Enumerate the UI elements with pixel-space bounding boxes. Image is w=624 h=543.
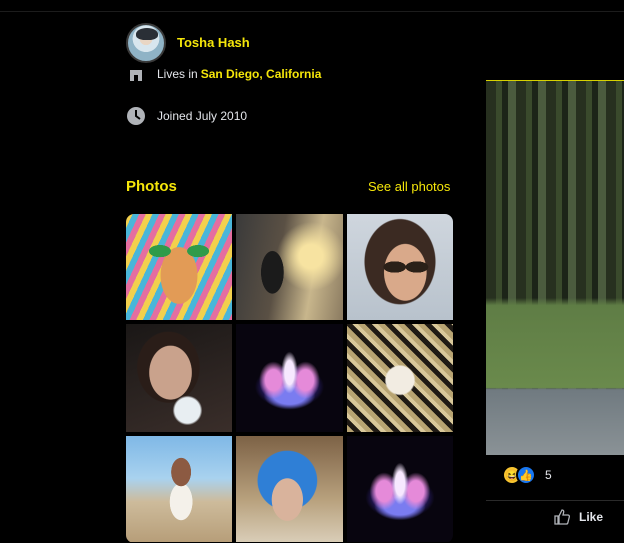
illustrated-face-photo[interactable] <box>126 214 232 320</box>
clock-icon <box>126 106 146 126</box>
avatar[interactable] <box>126 23 166 63</box>
reactions-summary[interactable]: 😆 👍 5 <box>502 465 552 485</box>
photos-heading[interactable]: Photos <box>126 178 177 195</box>
thumbs-up-icon <box>554 509 571 525</box>
like-button[interactable]: Like <box>553 508 603 526</box>
like-reaction-icon: 👍 <box>516 465 536 485</box>
woman-sunglasses-photo[interactable] <box>347 214 453 320</box>
profile-name[interactable]: Tosha Hash <box>177 35 250 50</box>
woman-crystal-ball-photo[interactable] <box>126 324 232 432</box>
deity-artwork-photo[interactable] <box>236 214 343 320</box>
lives-in-row: Lives in San Diego, California <box>126 64 321 84</box>
reaction-count: 5 <box>545 468 552 482</box>
joined-row: Joined July 2010 <box>126 106 247 126</box>
post-actions-divider <box>486 500 624 501</box>
top-divider <box>0 11 624 12</box>
home-icon <box>126 64 146 84</box>
lives-in-prefix: Lives in <box>157 67 198 81</box>
beach-photo[interactable] <box>126 436 232 542</box>
see-all-photos-link[interactable]: See all photos <box>368 179 450 194</box>
location-link[interactable]: San Diego, California <box>201 67 322 81</box>
joined-text: Joined July 2010 <box>157 109 248 123</box>
post-panel: 😆 👍 5 Like <box>486 80 624 543</box>
post-photo[interactable] <box>486 81 624 455</box>
like-label: Like <box>579 510 604 524</box>
neon-lotus-photo[interactable] <box>347 436 453 542</box>
mandala-artwork-photo[interactable] <box>347 324 453 432</box>
neon-lotus-photo[interactable] <box>236 324 343 432</box>
blue-hair-photo[interactable] <box>236 436 343 542</box>
photos-grid <box>126 214 453 543</box>
